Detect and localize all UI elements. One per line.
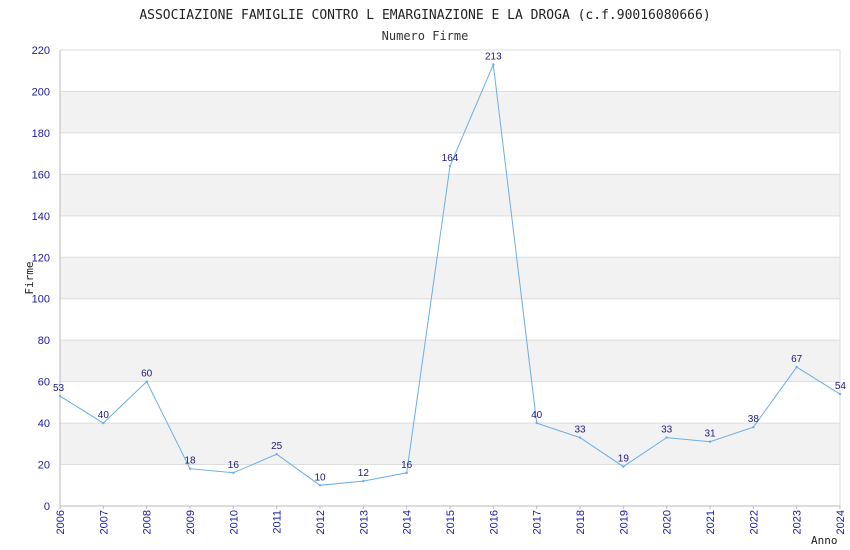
x-tick-label: 2014	[402, 510, 414, 534]
data-label: 10	[314, 472, 326, 483]
plot-band	[60, 215, 840, 258]
x-tick-label: 2017	[532, 510, 544, 534]
x-tick-label: 2021	[705, 510, 717, 534]
chart-title: ASSOCIAZIONE FAMIGLIE CONTRO L EMARGINAZ…	[139, 8, 710, 23]
data-label: 40	[98, 410, 110, 421]
data-point	[492, 63, 495, 66]
data-point	[145, 380, 148, 383]
x-tick-label: 2012	[315, 510, 327, 534]
y-tick-label: 20	[38, 460, 50, 472]
y-tick-label: 40	[38, 418, 50, 430]
x-axis-label: Anno	[811, 534, 838, 547]
line-chart: 020406080100120140160180200220 2006 2007 2…	[23, 8, 847, 547]
data-point	[58, 394, 62, 398]
data-point	[535, 421, 538, 425]
plot-band	[60, 50, 840, 92]
data-point	[665, 436, 668, 439]
data-point	[318, 484, 322, 487]
plot-band	[60, 298, 840, 341]
x-tick-label: 2015	[445, 510, 457, 534]
plot-band	[60, 257, 840, 299]
y-tick-label: 160	[32, 169, 50, 181]
data-label: 38	[748, 414, 760, 425]
x-tick-label: 2024	[835, 510, 847, 534]
y-tick-label: 80	[38, 335, 50, 347]
x-tick-label: 2008	[142, 510, 154, 534]
y-axis-label: Firme	[23, 261, 36, 294]
data-label: 54	[835, 381, 847, 392]
data-point	[622, 465, 625, 468]
x-tick-label: 2011	[272, 510, 284, 534]
data-label: 19	[618, 454, 630, 465]
data-label: 33	[574, 425, 586, 436]
y-tick-label: 140	[32, 211, 50, 223]
plot-band	[60, 464, 840, 506]
plot-band	[60, 91, 840, 133]
x-tick-label: 2023	[792, 510, 804, 534]
y-tick-label: 180	[32, 128, 50, 140]
y-tick-label: 220	[32, 45, 50, 57]
data-label: 60	[141, 369, 153, 380]
y-tick-label: 0	[44, 501, 50, 513]
data-label: 31	[704, 429, 716, 440]
plot-band	[60, 174, 840, 216]
data-point	[708, 440, 712, 443]
chart-subtitle: Numero Firme	[382, 29, 469, 43]
data-label: 12	[358, 468, 370, 479]
x-tick-label: 2010	[228, 510, 240, 534]
data-point	[578, 436, 582, 439]
y-tick-label: 200	[32, 86, 50, 98]
data-point	[405, 471, 408, 475]
data-point	[838, 392, 842, 396]
data-label: 33	[661, 425, 673, 436]
x-tick-label: 2013	[358, 510, 370, 534]
x-tick-label: 2007	[98, 510, 110, 534]
data-label: 16	[401, 460, 413, 471]
data-point	[795, 365, 798, 369]
data-point	[232, 471, 235, 475]
plot-band	[60, 381, 840, 424]
x-tick-label: 2009	[185, 510, 197, 534]
data-label: 213	[485, 52, 502, 63]
data-label: 18	[184, 456, 196, 467]
x-ticks: 2006 2007 2008 2009 2010 2011 2012 2013 2014 2015…	[55, 506, 847, 534]
y-tick-label: 60	[38, 377, 50, 389]
data-point	[188, 467, 192, 470]
x-tick-label: 2019	[618, 510, 630, 534]
data-label: 25	[271, 441, 283, 452]
plot-band	[60, 340, 840, 382]
data-label: 53	[53, 383, 65, 394]
data-point	[448, 164, 452, 168]
x-tick-label: 2018	[575, 510, 587, 534]
data-label: 40	[531, 410, 543, 421]
x-tick-label: 2016	[488, 510, 500, 534]
x-tick-label: 2006	[55, 510, 67, 534]
x-tick-label: 2022	[748, 510, 760, 534]
data-label: 16	[228, 460, 240, 471]
data-point	[275, 452, 278, 456]
data-label: 164	[442, 153, 459, 164]
data-point	[752, 426, 755, 429]
data-label: 67	[791, 354, 803, 365]
data-point	[362, 479, 365, 483]
x-tick-label: 2020	[662, 510, 674, 534]
data-point	[102, 421, 105, 425]
plot-band	[60, 423, 840, 465]
